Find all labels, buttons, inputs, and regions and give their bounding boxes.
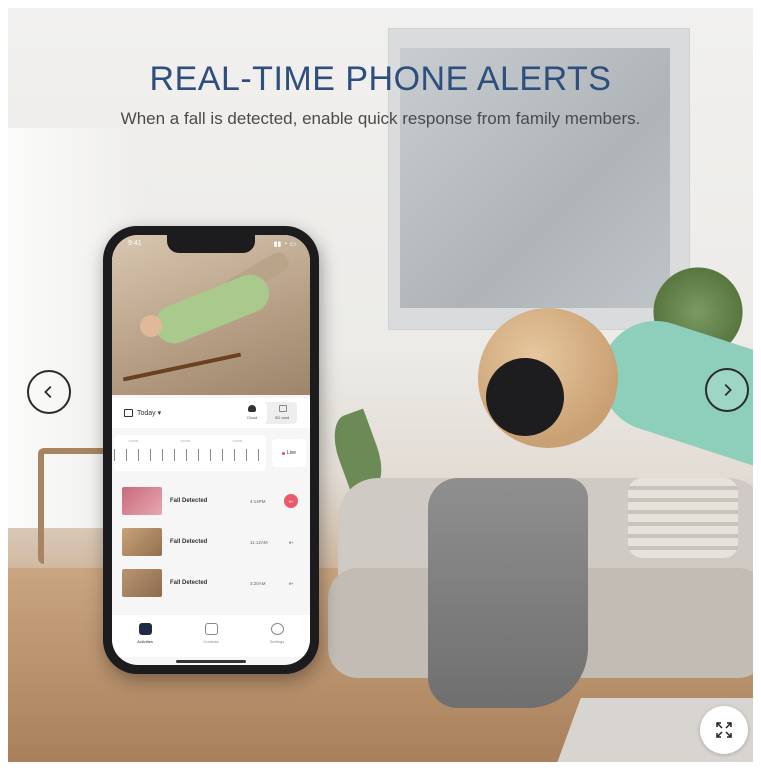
cloud-icon [248,405,256,412]
phone-screen: 9:41 ▮▮ ◔ ▭ Today ▾ Cloud SD card 4:00PM… [112,235,310,665]
camera-feed[interactable] [112,235,310,395]
timeline-label: 4:00PM [232,439,243,443]
cloud-storage-tab[interactable]: Cloud [237,402,267,424]
calendar-icon [124,409,133,417]
date-selector[interactable]: Today ▾ [124,409,161,417]
event-list: Fall Detected 4:14PM 9+ Fall Detected 11… [112,481,310,604]
cane [122,352,242,382]
pillow [628,478,738,558]
event-time: 11:12AM [250,539,268,545]
tab-settings[interactable]: Settings [244,615,310,657]
timeline-label: 4:00PM [128,439,139,443]
expand-icon [716,722,732,738]
event-time: 3:20AM [250,580,266,586]
signal-battery-icon: ▮▮ ◔ ▭ [273,241,296,248]
playback-timeline[interactable]: 4:00PM 4:00PM 4:00PM [114,435,266,471]
event-badge: 9+ [288,539,294,545]
event-row[interactable]: Fall Detected 3:20AM 9+ [112,563,310,603]
fallen-person-body [149,268,275,350]
event-title: Fall Detected [170,539,208,545]
event-badge: 9+ [284,494,298,508]
fallen-person-head [140,315,162,337]
tab-controls[interactable]: Controls [178,615,244,657]
event-title: Fall Detected [170,498,208,504]
remote-icon [204,623,218,635]
event-time: 4:14PM [250,498,266,504]
sd-card-tab[interactable]: SD card [267,402,297,424]
event-row[interactable]: Fall Detected 4:14PM 9+ [112,481,310,521]
phone-mockup: 9:41 ▮▮ ◔ ▭ Today ▾ Cloud SD card 4:00PM… [103,226,319,674]
storage-toggle: Cloud SD card [237,402,297,424]
page-title: REAL-TIME PHONE ALERTS [149,60,612,98]
event-thumbnail [122,487,162,515]
gear-icon [270,623,284,635]
chevron-right-icon [724,383,732,397]
sd-card-icon [279,405,287,412]
event-row[interactable]: Fall Detected 11:12AM 9+ [112,522,310,562]
event-badge: 9+ [288,580,294,586]
page-subtitle: When a fall is detected, enable quick re… [120,109,641,128]
tab-activities[interactable]: Activities [112,615,178,657]
timeline-label: 4:00PM [180,439,191,443]
feed-toolbar: Today ▾ Cloud SD card [112,398,310,428]
date-label: Today ▾ [137,410,162,417]
expand-image-button[interactable] [700,706,748,754]
home-indicator [176,660,246,663]
event-thumbnail [122,528,162,556]
phone-notch [167,235,255,253]
live-button[interactable]: Live [272,439,306,467]
event-title: Fall Detected [170,580,208,586]
live-dot-icon [281,451,285,455]
throw-blanket [428,478,588,708]
status-time: 9:41 [128,240,142,247]
chevron-left-icon [44,385,52,399]
next-image-button[interactable] [705,368,749,412]
camera-lens [486,358,564,436]
event-thumbnail [122,569,162,597]
previous-image-button[interactable] [27,370,71,414]
bottom-tab-bar: Activities Controls Settings [112,615,310,657]
video-camera-icon [138,623,152,635]
